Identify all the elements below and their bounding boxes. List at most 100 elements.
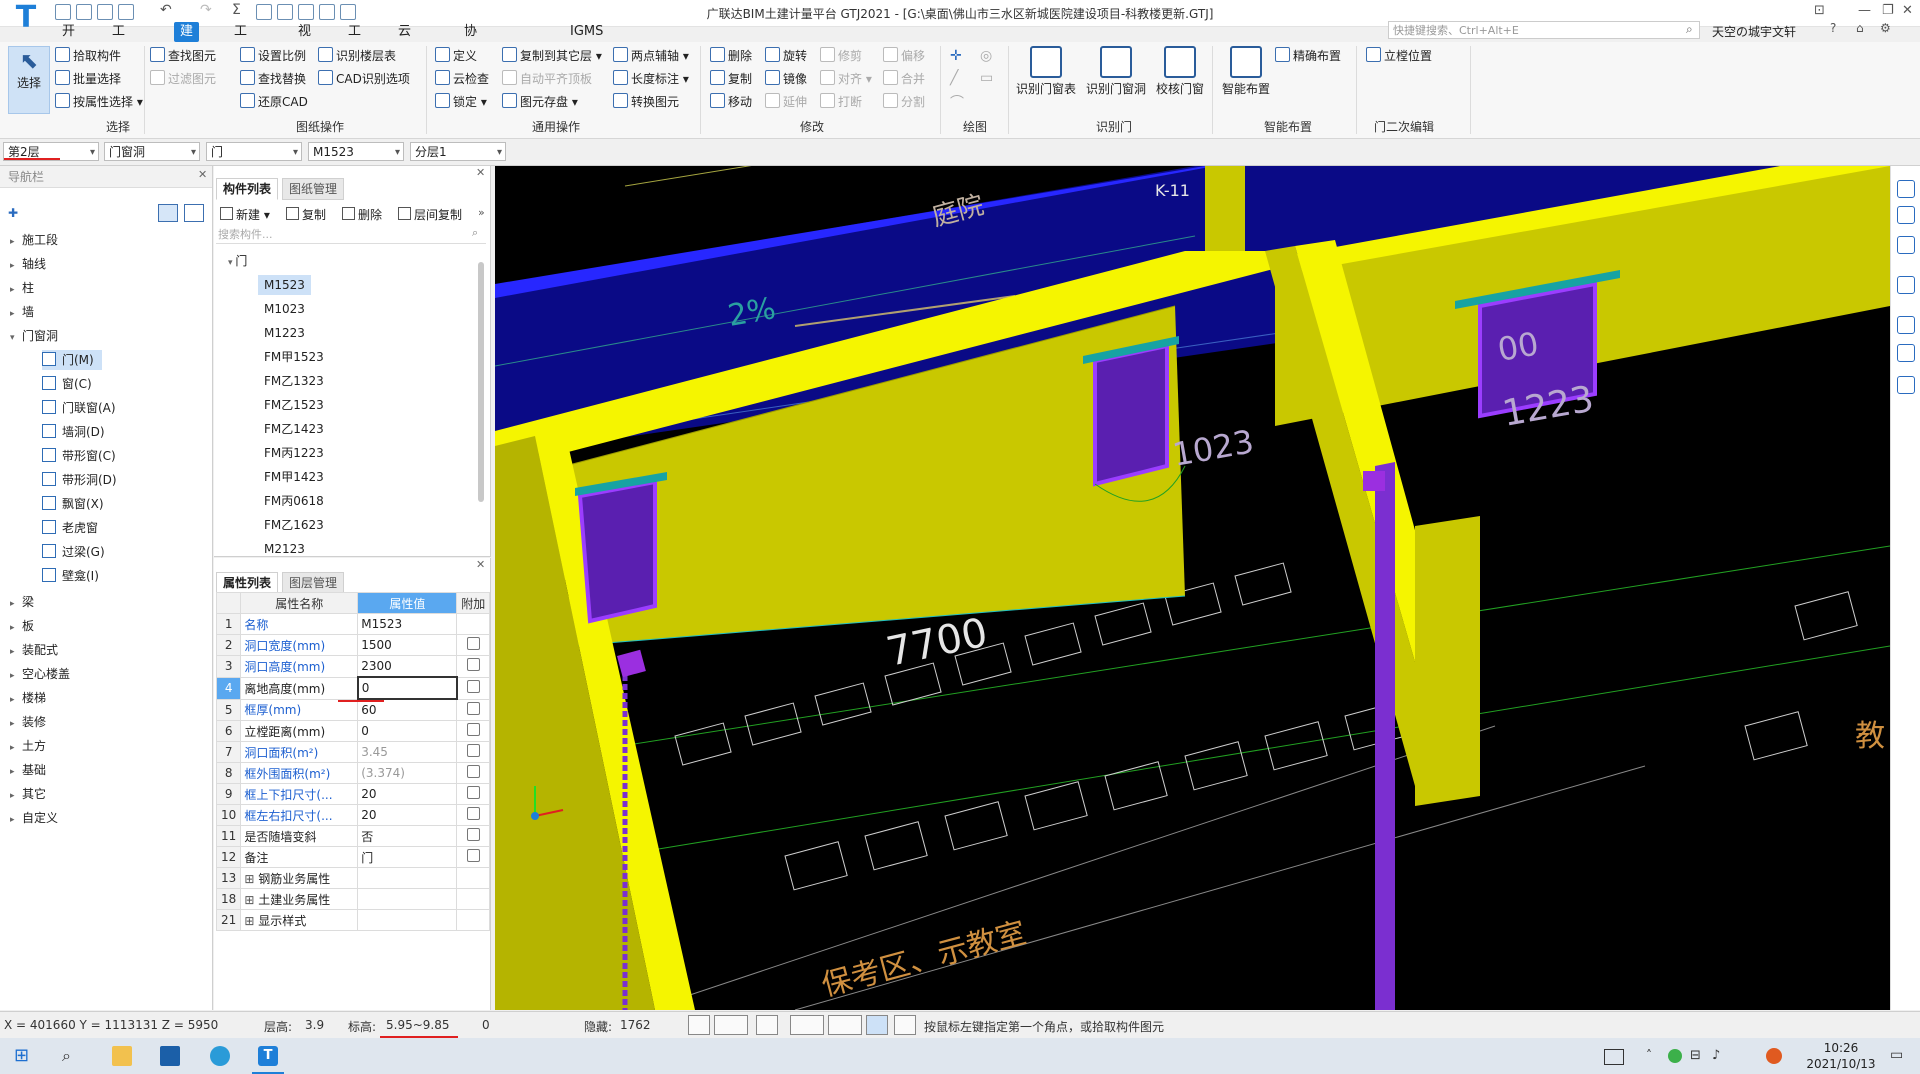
nav-item-foundation[interactable]: ▸ 基础 [10,760,46,780]
keyboard-icon[interactable] [1604,1049,1624,1065]
point-draw-icon[interactable]: ✛ [950,48,962,64]
print-icon[interactable] [319,4,335,20]
property-row[interactable]: 10 框左右扣尺寸(... 20 [215,804,490,826]
category-select[interactable]: 门窗洞 [104,142,200,162]
property-row[interactable]: 8 框外围面积(m²) (3.374) [215,762,490,784]
cad-options-button[interactable]: CAD识别选项 [318,70,410,88]
ground-height-input[interactable]: 0 [356,676,458,700]
element-storage-button[interactable]: 图元存盘 ▾ [502,93,578,111]
copy-to-floor-button[interactable]: 复制到其它层 ▾ [502,47,602,65]
tab-layer-management[interactable]: 图层管理 [282,572,345,594]
rotate-button[interactable]: 旋转 [765,47,807,65]
convert-element-button[interactable]: 转换图元 [613,93,679,111]
component-item[interactable]: FM乙1423 [258,419,330,439]
extra-checkbox[interactable] [466,637,480,650]
nav-item-door-window[interactable]: ▾ 门窗洞 [10,326,58,346]
new-file-icon[interactable] [55,4,71,20]
taskbar-search-icon[interactable]: ⌕ [62,1046,82,1066]
mirror-button[interactable]: 镜像 [765,70,807,88]
select-tool-button[interactable]: ⬉ 选择 [8,46,50,114]
dynamic-view-icon[interactable] [1897,180,1915,198]
nav-item-prefab[interactable]: ▸ 装配式 [10,640,58,660]
dynamic-input-icon[interactable] [866,1015,888,1035]
identify-door-opening-button[interactable]: 识别门窗洞 [1086,46,1146,97]
component-item[interactable]: M1523 [258,275,311,295]
set-scale-button[interactable]: 设置比例 [240,47,306,65]
gtj-app-icon[interactable]: T [258,1046,278,1066]
nav-sub-wall-opening[interactable]: 墙洞(D) [42,422,105,442]
nav-sub-window[interactable]: 窗(C) [42,374,92,394]
tray-chevron-icon[interactable]: ˄ [1646,1048,1652,1062]
extra-checkbox[interactable] [466,723,480,736]
menu-project-settings[interactable]: 工程设置 [106,22,131,99]
ortho-tool-icon[interactable] [688,1015,710,1035]
nav-close-icon[interactable]: ✕ [198,168,207,181]
taskbar-time[interactable]: 10:26 [1796,1041,1886,1055]
rect-draw-icon[interactable]: ▭ [980,70,993,86]
type-select[interactable]: 门 [206,142,302,162]
browser-icon[interactable] [210,1046,230,1066]
3d-viewport[interactable]: 7700 1223 1023 00 K-11 庭院 2% 保考区、示教室 教 [495,166,1890,1010]
tray-app-icon[interactable] [1668,1049,1682,1063]
search-icon[interactable]: ⌕ [1686,22,1693,37]
nav-sub-door[interactable]: 门(M) [42,350,102,370]
nav-item-custom[interactable]: ▸ 自定义 [10,808,58,828]
select-by-attribute-button[interactable]: 按属性选择 ▾ [55,93,143,111]
new-component-button[interactable]: 新建 ▾ [220,206,270,223]
copy-button[interactable]: 复制 [710,70,752,88]
extra-checkbox[interactable] [466,744,480,757]
nav-add-icon[interactable]: ✚ [8,206,18,220]
nav-item-axis[interactable]: ▸ 轴线 [10,254,46,274]
3d-view-icon[interactable] [1897,236,1915,254]
tab-property-list[interactable]: 属性列表 [216,572,279,594]
cad-icon[interactable] [298,4,314,20]
menu-collab[interactable]: 协同建模(限免) [458,22,488,139]
menu-quantity[interactable]: 工程量 [228,22,253,79]
lock-button[interactable]: 锁定 ▾ [435,93,487,111]
restore-cad-button[interactable]: 还原CAD [240,93,308,111]
nav-item-other[interactable]: ▸ 其它 [10,784,46,804]
check-door-button[interactable]: 校核门窗 [1156,46,1204,97]
circle-draw-icon[interactable]: ◎ [980,48,992,64]
view-icon[interactable] [277,4,293,20]
nav-item-hollow-floor[interactable]: ▸ 空心楼盖 [10,664,70,684]
component-panel-close-icon[interactable]: ✕ [476,166,485,179]
2d-view-icon[interactable] [1897,206,1915,224]
tab-component-list[interactable]: 构件列表 [216,178,279,200]
tab-drawing-management[interactable]: 图纸管理 [282,178,345,200]
menu-view[interactable]: 视图 [292,22,317,59]
component-item[interactable]: FM乙1623 [258,515,330,535]
fit-view-icon[interactable] [1897,316,1915,334]
trim-button[interactable]: 修剪 [820,47,862,65]
component-item[interactable]: FM乙1523 [258,395,330,415]
define-button[interactable]: 定义 [435,47,477,65]
length-dimension-button[interactable]: 长度标注 ▾ [613,70,689,88]
extra-checkbox[interactable] [466,658,480,672]
offset-button[interactable]: 偏移 [883,47,925,65]
file-explorer-icon[interactable] [112,1046,132,1066]
nav-item-decoration[interactable]: ▸ 装修 [10,712,46,732]
arc-draw-icon[interactable]: ⌒ [950,92,964,112]
app-logo-icon[interactable]: T [10,2,42,34]
nav-sub-bay-window[interactable]: 飘窗(X) [42,494,104,514]
identify-floor-table-button[interactable]: 识别楼层表 [318,47,396,65]
property-panel-close-icon[interactable]: ✕ [476,558,485,571]
two-point-axis-button[interactable]: 两点辅轴 ▾ [613,47,689,65]
batch-select-button[interactable]: 批量选择 [55,70,121,88]
door-m1523[interactable] [577,479,657,624]
copy-between-floors-button[interactable]: 层间复制 [398,206,462,223]
component-item[interactable]: FM甲1423 [258,467,330,487]
property-row[interactable]: 9 框上下扣尺寸(... 20 [215,783,490,805]
find-element-button[interactable]: 查找图元 [150,47,216,65]
folder-icon[interactable] [97,4,113,20]
identify-door-table-button[interactable]: 识别门窗表 [1016,46,1076,97]
property-row[interactable]: 6 立樘距离(mm) 0 [215,720,490,742]
layer-view-icon[interactable] [1897,276,1915,294]
component-search-icon[interactable]: ⌕ [472,226,478,240]
frame-position-button[interactable]: 立樘位置 [1366,47,1432,65]
close-icon[interactable]: ✕ [1902,3,1913,18]
filter-element-button[interactable]: 过滤图元 [150,70,216,88]
component-search-input[interactable]: 搜索构件... [216,226,486,244]
layer-select[interactable]: 分层1 [410,142,506,162]
menu-tools[interactable]: 工具 [342,22,367,59]
